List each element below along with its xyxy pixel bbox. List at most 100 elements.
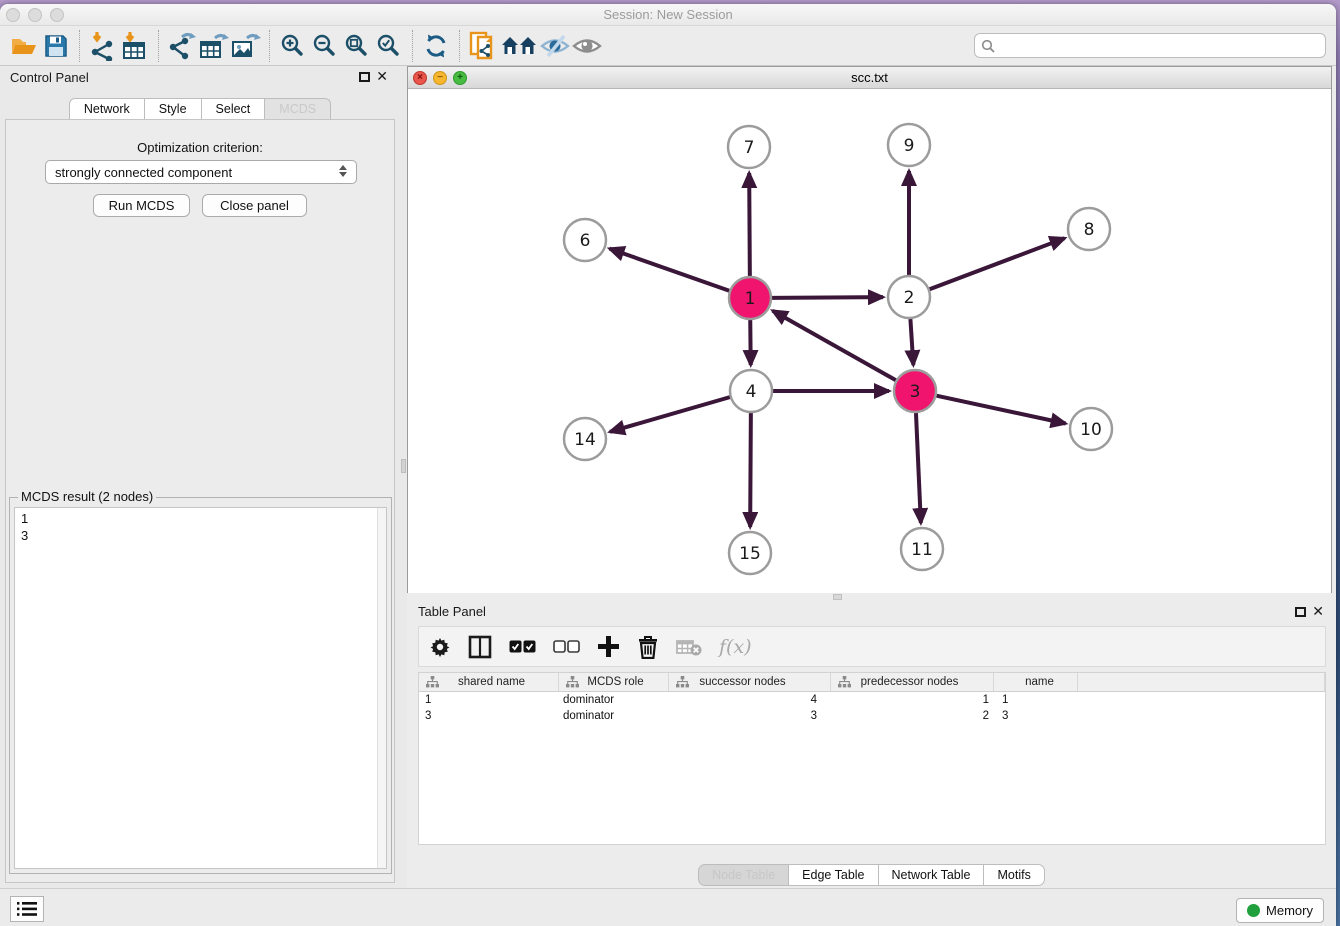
graph-edge-1-7[interactable] (749, 173, 750, 276)
zoom-selected-icon[interactable] (373, 29, 405, 63)
graph-edge-3-11[interactable] (916, 413, 921, 523)
add-column-plus-icon[interactable] (597, 633, 620, 661)
graph-edge-3-10[interactable] (937, 396, 1066, 424)
memory-status-icon (1247, 904, 1260, 917)
mcds-result-group: MCDS result (2 nodes) 1 3 (9, 497, 392, 874)
export-network-icon[interactable] (166, 29, 198, 63)
network-window-title: scc.txt (408, 67, 1331, 89)
select-all-icon[interactable] (509, 633, 536, 661)
search-input[interactable] (1000, 39, 1319, 53)
cell-mcds-role: dominator (559, 708, 669, 724)
export-image-icon[interactable] (230, 29, 262, 63)
tab-style[interactable]: Style (145, 98, 202, 120)
zoom-window-button[interactable] (50, 8, 64, 22)
vertical-splitter[interactable] (400, 66, 407, 888)
graph-edge-2-8[interactable] (930, 238, 1065, 289)
app-window: Session: New Session (0, 4, 1336, 926)
table-row[interactable]: 3 dominator 3 2 3 (419, 708, 1325, 724)
graph-edge-3-1[interactable] (773, 311, 896, 380)
column-header-filler (1078, 673, 1325, 691)
first-neighbors-icon[interactable] (499, 29, 539, 63)
table-row[interactable]: 1 dominator 4 1 1 (419, 692, 1325, 708)
toolbar-separator (269, 30, 270, 62)
export-table-icon[interactable] (198, 29, 230, 63)
mcds-result-list[interactable]: 1 3 (14, 507, 387, 869)
close-panel-icon[interactable]: ✕ (376, 68, 388, 85)
open-session-icon[interactable] (8, 29, 40, 63)
cell-shared-name: 3 (419, 708, 559, 724)
network-maximize-button[interactable]: + (453, 71, 467, 85)
task-history-button[interactable] (10, 896, 44, 922)
table-close-icon[interactable]: ✕ (1312, 603, 1324, 620)
optimization-criterion-label: Optimization criterion: (6, 140, 394, 155)
control-panel-title: Control Panel (10, 70, 89, 85)
graph-node-label: 15 (739, 544, 761, 564)
network-window: × − + scc.txt 7968124314101511 (407, 66, 1332, 593)
network-close-button[interactable]: × (413, 71, 427, 85)
splitter-grip[interactable] (401, 459, 406, 473)
app-titlebar: Session: New Session (0, 4, 1336, 26)
column-header-predecessor-nodes[interactable]: predecessor nodes (831, 673, 994, 691)
cell-successor-nodes: 3 (669, 708, 831, 724)
close-panel-button[interactable]: Close panel (202, 194, 307, 217)
graph-node-label: 8 (1084, 220, 1095, 240)
mcds-result-title: MCDS result (2 nodes) (18, 489, 156, 504)
table-options-gear-icon[interactable] (429, 633, 451, 661)
toolbar-separator (412, 30, 413, 62)
graph-edge-2-3[interactable] (910, 319, 913, 365)
network-minimize-button[interactable]: − (433, 71, 447, 85)
hide-selected-eye-slash-icon[interactable] (539, 29, 571, 63)
tab-select[interactable]: Select (202, 98, 266, 120)
column-header-mcds-role[interactable]: MCDS role (559, 673, 669, 691)
show-all-eye-icon[interactable] (571, 29, 603, 63)
column-selector-icon[interactable] (468, 633, 492, 661)
result-scrollbar[interactable] (377, 508, 386, 868)
graph-edge-1-2[interactable] (772, 297, 883, 298)
apply-layout-icon[interactable] (420, 29, 452, 63)
delete-table-icon[interactable] (676, 633, 702, 661)
graph-edge-4-15[interactable] (750, 413, 751, 527)
function-builder-icon[interactable]: f(x) (719, 633, 752, 661)
import-table-icon[interactable] (119, 29, 151, 63)
graph-edge-4-14[interactable] (610, 397, 730, 432)
column-header-shared-name[interactable]: shared name (419, 673, 559, 691)
run-mcds-button[interactable]: Run MCDS (93, 194, 190, 217)
table-tabs: Node Table Edge Table Network Table Moti… (407, 864, 1336, 886)
control-panel-tabs: Network Style Select MCDS (0, 98, 400, 120)
criterion-select[interactable]: strongly connected component (45, 160, 357, 184)
column-header-successor-nodes[interactable]: successor nodes (669, 673, 831, 691)
zoom-fit-icon[interactable] (341, 29, 373, 63)
criterion-value: strongly connected component (55, 165, 232, 180)
tab-node-table[interactable]: Node Table (698, 864, 789, 886)
table-header-row: shared name MCDS role successor nodes pr… (419, 673, 1325, 692)
graph-node-label: 4 (746, 382, 757, 402)
table-float-icon[interactable] (1295, 607, 1306, 617)
tab-network-table[interactable]: Network Table (879, 864, 985, 886)
hierarchy-icon (676, 676, 689, 688)
deselect-all-icon[interactable] (553, 633, 580, 661)
cell-predecessor-nodes: 1 (831, 692, 994, 708)
minimize-window-button[interactable] (28, 8, 42, 22)
graph-node-label: 6 (580, 231, 591, 251)
tab-mcds[interactable]: MCDS (265, 98, 331, 120)
table-panel: Table Panel ✕ f(x) (407, 600, 1336, 888)
zoom-out-icon[interactable] (309, 29, 341, 63)
tab-edge-table[interactable]: Edge Table (789, 864, 878, 886)
search-icon (981, 39, 995, 53)
graph-node-label: 1 (745, 289, 756, 309)
network-graph[interactable]: 7968124314101511 (408, 89, 1331, 593)
float-panel-icon[interactable] (359, 72, 370, 82)
close-window-button[interactable] (6, 8, 20, 22)
graph-node-label: 11 (911, 540, 933, 560)
column-header-name[interactable]: name (994, 673, 1078, 691)
delete-column-trash-icon[interactable] (637, 633, 659, 661)
clone-network-icon[interactable] (467, 29, 499, 63)
memory-button[interactable]: Memory (1236, 898, 1324, 923)
import-network-icon[interactable] (87, 29, 119, 63)
tab-motifs[interactable]: Motifs (984, 864, 1044, 886)
tab-network[interactable]: Network (69, 98, 145, 120)
select-stepper-icon (339, 165, 347, 177)
zoom-in-icon[interactable] (277, 29, 309, 63)
graph-edge-1-6[interactable] (610, 249, 730, 291)
save-session-icon[interactable] (40, 29, 72, 63)
